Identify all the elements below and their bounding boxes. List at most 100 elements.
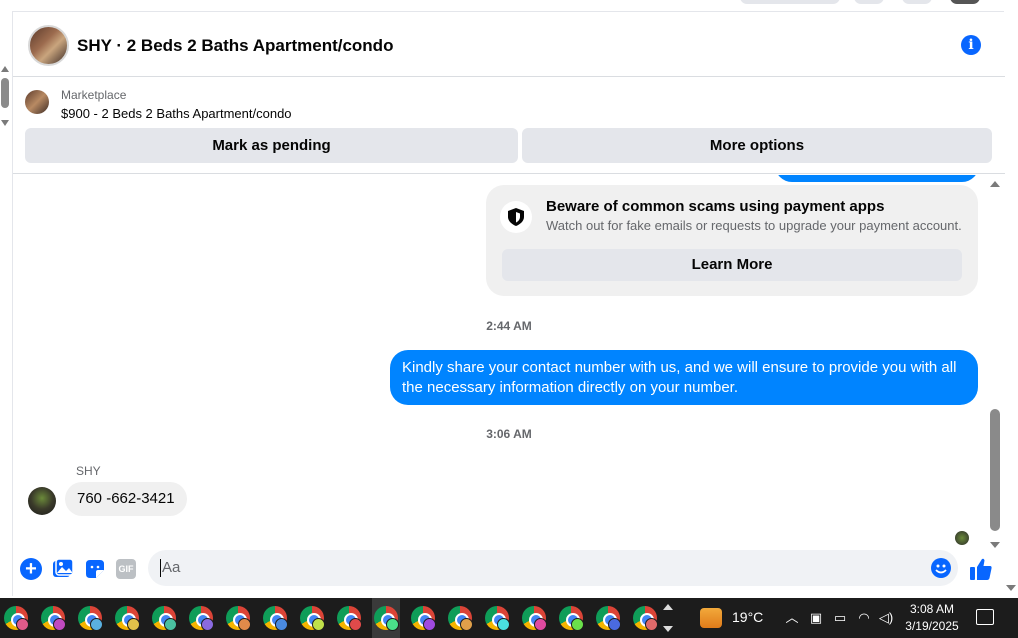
message-composer: + GIF Aa: [13, 548, 1005, 594]
profile-badge: [423, 618, 436, 631]
profile-badge: [53, 618, 66, 631]
chrome-profile-icon[interactable]: [39, 604, 67, 632]
scroll-down-arrow[interactable]: [663, 626, 673, 632]
photo-icon[interactable]: [52, 558, 74, 580]
chrome-profile-icon[interactable]: [298, 604, 326, 632]
thumbs-up-icon[interactable]: [969, 557, 993, 581]
taskbar-scroll[interactable]: [660, 598, 676, 638]
wifi-icon[interactable]: ◠: [856, 610, 872, 626]
sticker-icon[interactable]: [84, 558, 106, 580]
profile-badge: [460, 618, 473, 631]
chevron-up-icon[interactable]: ︿: [784, 610, 800, 626]
profile-badge: [127, 618, 140, 631]
page-scrollbar[interactable]: [0, 62, 10, 128]
chrome-profile-icon[interactable]: [594, 604, 622, 632]
chrome-profile-icon[interactable]: [520, 604, 548, 632]
text-caret: [160, 559, 161, 577]
shield-icon: [500, 201, 532, 233]
message-input-placeholder: Aa: [162, 559, 181, 576]
chat-header: SHY · 2 Beds 2 Baths Apartment/condo i: [13, 12, 1005, 77]
clock-time: 3:08 AM: [909, 602, 955, 616]
chrome-profile-icon[interactable]: [372, 598, 400, 638]
chrome-profile-icon[interactable]: [261, 604, 289, 632]
scroll-down-arrow[interactable]: [1, 120, 9, 126]
chrome-profile-icon[interactable]: [2, 604, 30, 632]
profile-badge: [349, 618, 362, 631]
scroll-up-arrow[interactable]: [990, 181, 1000, 187]
scroll-up-arrow[interactable]: [663, 604, 673, 610]
conversation-avatar[interactable]: [28, 25, 69, 66]
previous-message-bubble: [775, 175, 979, 182]
incoming-message[interactable]: 760 -662-3421: [65, 482, 187, 516]
windows-taskbar: 19°C ︿ ▣ ▭ ◠ ◁) 3:08 AM 3/19/2025: [0, 598, 1018, 638]
message-input[interactable]: Aa: [148, 550, 958, 586]
profile-badge: [90, 618, 103, 631]
chat-window: SHY · 2 Beds 2 Baths Apartment/condo i M…: [12, 12, 1005, 596]
outgoing-message[interactable]: Kindly share your contact number with us…: [390, 350, 978, 405]
conversation-title[interactable]: SHY · 2 Beds 2 Baths Apartment/condo: [77, 36, 393, 56]
scam-warning-card: Beware of common scams using payment app…: [486, 185, 978, 296]
marketplace-listing: Marketplace $900 - 2 Beds 2 Baths Apartm…: [13, 78, 1005, 174]
nav-chip[interactable]: [854, 0, 884, 4]
chrome-profile-icon[interactable]: [446, 604, 474, 632]
profile-badge: [164, 618, 177, 631]
message-list: Beware of common scams using payment app…: [13, 175, 1005, 555]
profile-badge: [16, 618, 29, 631]
profile-badge: [238, 618, 251, 631]
chrome-profile-icon[interactable]: [409, 604, 437, 632]
clock-date: 3/19/2025: [905, 619, 959, 633]
temperature[interactable]: 19°C: [732, 609, 763, 625]
scroll-up-arrow[interactable]: [1, 66, 9, 72]
screen: SHY · 2 Beds 2 Baths Apartment/condo i M…: [0, 0, 1018, 638]
chrome-profile-icon[interactable]: [187, 604, 215, 632]
info-icon[interactable]: i: [961, 35, 981, 55]
message-timestamp: 3:06 AM: [486, 427, 532, 441]
meet-icon[interactable]: ▣: [808, 610, 824, 626]
profile-badge: [201, 618, 214, 631]
profile-avatar[interactable]: [950, 0, 980, 4]
learn-more-button[interactable]: Learn More: [502, 249, 962, 281]
mark-as-pending-button[interactable]: Mark as pending: [25, 128, 518, 163]
battery-icon[interactable]: ▭: [832, 610, 848, 626]
scrollbar-thumb[interactable]: [1, 78, 9, 108]
chrome-profile-icon[interactable]: [224, 604, 252, 632]
profile-badge: [571, 618, 584, 631]
weather-icon[interactable]: [700, 608, 722, 628]
gif-icon[interactable]: GIF: [116, 559, 136, 579]
chrome-profile-icon[interactable]: [335, 604, 363, 632]
scam-warning-subtitle: Watch out for fake emails or requests to…: [546, 218, 962, 233]
sender-name: SHY: [76, 464, 101, 478]
profile-badge: [497, 618, 510, 631]
listing-price-title[interactable]: $900 - 2 Beds 2 Baths Apartment/condo: [61, 106, 292, 121]
profile-badge: [312, 618, 325, 631]
more-options-button[interactable]: More options: [522, 128, 992, 163]
scam-warning-title: Beware of common scams using payment app…: [546, 198, 885, 215]
profile-badge: [275, 618, 288, 631]
seen-indicator-avatar: [955, 531, 969, 545]
chrome-profile-icon[interactable]: [631, 604, 659, 632]
chrome-profile-icon[interactable]: [76, 604, 104, 632]
message-scrollbar[interactable]: [988, 177, 1002, 552]
emoji-icon[interactable]: [931, 558, 951, 578]
top-nav-strip: [12, 0, 1004, 12]
scroll-down-arrow[interactable]: [1006, 585, 1016, 591]
plus-icon[interactable]: +: [20, 558, 42, 580]
chrome-profile-icon[interactable]: [557, 604, 585, 632]
listing-thumbnail[interactable]: [25, 90, 49, 114]
chrome-profile-icon[interactable]: [483, 604, 511, 632]
scrollbar-thumb[interactable]: [990, 409, 1000, 531]
profile-badge: [608, 618, 621, 631]
profile-badge: [386, 618, 399, 631]
profile-badge: [645, 618, 658, 631]
profile-badge: [534, 618, 547, 631]
sender-avatar[interactable]: [28, 487, 56, 515]
system-clock[interactable]: 3:08 AM 3/19/2025: [900, 601, 964, 635]
chrome-profile-icon[interactable]: [113, 604, 141, 632]
nav-chip[interactable]: [902, 0, 932, 4]
listing-category: Marketplace: [61, 88, 127, 102]
message-timestamp: 2:44 AM: [486, 319, 532, 333]
chrome-profile-icon[interactable]: [150, 604, 178, 632]
notification-icon[interactable]: [976, 609, 994, 625]
nav-chip[interactable]: [740, 0, 840, 4]
volume-icon[interactable]: ◁): [878, 610, 894, 626]
